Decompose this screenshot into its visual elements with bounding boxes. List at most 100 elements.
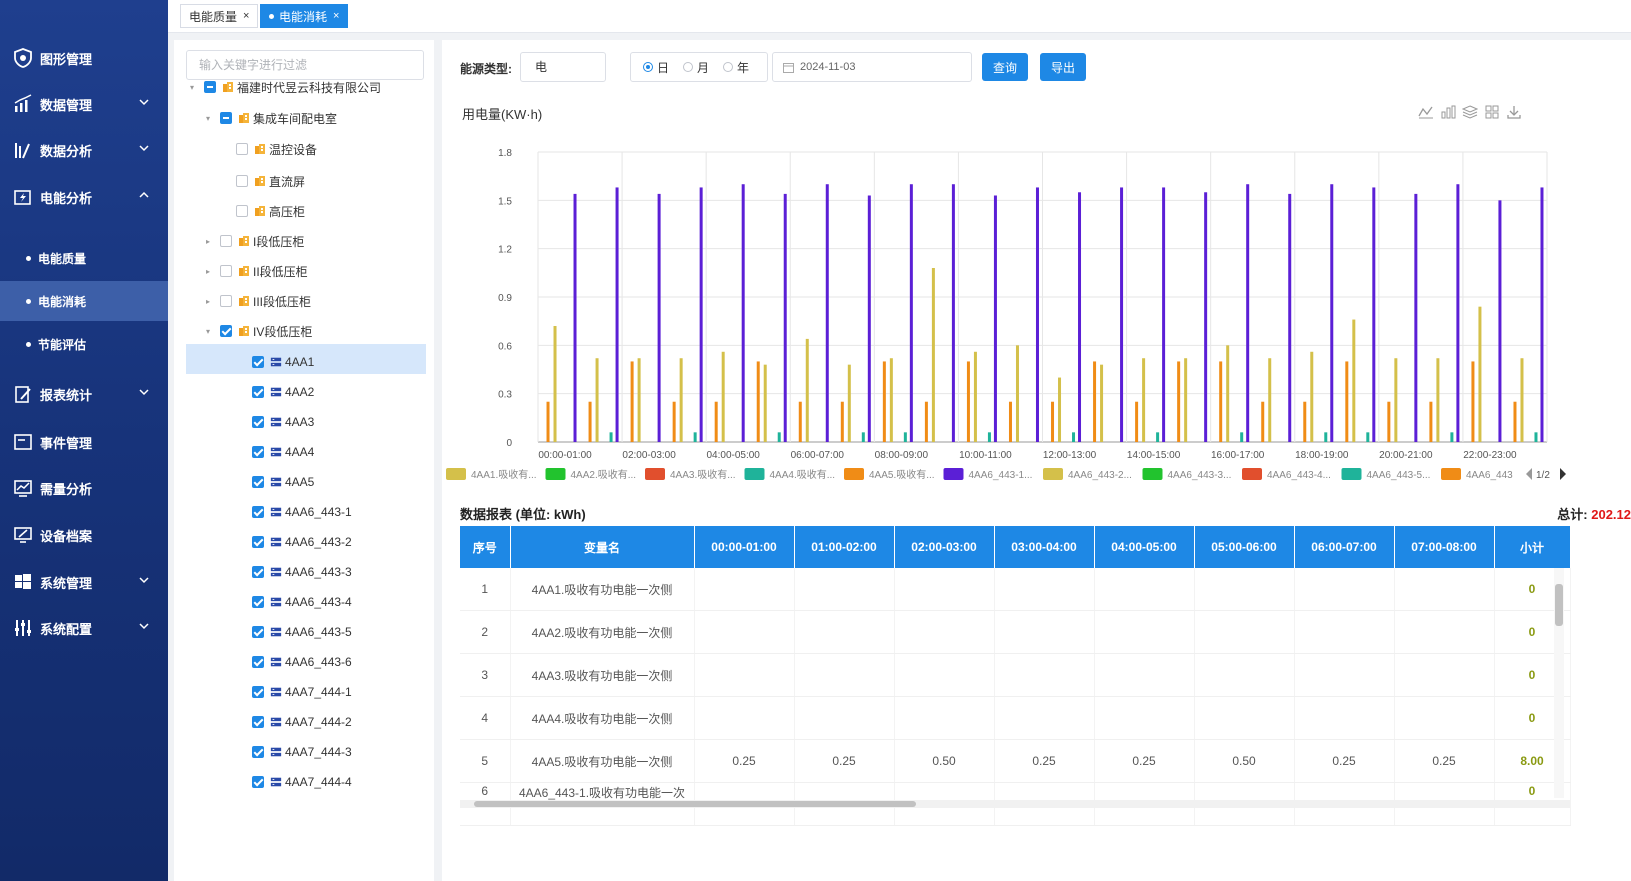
close-icon[interactable]: × xyxy=(243,10,249,22)
tree-node[interactable]: 4AA2 xyxy=(234,377,314,407)
tree-node[interactable]: ▸ II段低压柜 xyxy=(202,256,308,286)
tree-node[interactable]: 4AA7_444-2 xyxy=(234,707,352,737)
tree-checkbox[interactable] xyxy=(204,81,216,93)
caret-down-icon[interactable]: ▾ xyxy=(202,114,214,123)
tree-node[interactable]: 4AA6_443-4 xyxy=(234,587,352,617)
sidebar-subitem-energy-saving[interactable]: 节能评估 xyxy=(0,324,168,364)
table-cell xyxy=(1294,610,1395,654)
tree-node[interactable]: 4AA7_444-1 xyxy=(234,677,352,707)
table-row[interactable]: 5 4AA5.吸收有功电能一次侧 0.25 0.25 0.50 0.25 0.25 0.50 0… xyxy=(460,739,1571,783)
tree-node[interactable]: ▾ 集成车间配电室 xyxy=(202,103,337,133)
tree-checkbox[interactable] xyxy=(220,265,232,277)
tree-checkbox[interactable] xyxy=(252,656,264,668)
tree-checkbox[interactable] xyxy=(252,446,264,458)
energy-type-select[interactable]: 电 xyxy=(520,52,606,82)
tree-checkbox[interactable] xyxy=(252,596,264,608)
tree-node[interactable]: 直流屏 xyxy=(218,166,305,196)
sidebar-item-data-management[interactable]: 数据管理 xyxy=(0,82,168,126)
table-row[interactable]: 3 4AA3.吸收有功电能一次侧 0 xyxy=(460,653,1571,697)
legend-next-icon[interactable] xyxy=(1560,468,1566,480)
tree-checkbox[interactable] xyxy=(252,746,264,758)
tree-node[interactable]: 4AA7_444-3 xyxy=(234,737,352,767)
tree-checkbox[interactable] xyxy=(252,776,264,788)
tree-checkbox[interactable] xyxy=(252,506,264,518)
tree-node[interactable]: 高压柜 xyxy=(218,196,305,226)
caret-right-icon[interactable]: ▸ xyxy=(202,267,214,276)
table-row[interactable]: 1 4AA1.吸收有功电能一次侧 0 xyxy=(460,568,1571,611)
bar-2 xyxy=(1240,432,1244,442)
tree-node[interactable]: 4AA6_443-5 xyxy=(234,617,352,647)
tab-energy-consumption[interactable]: 电能消耗 × xyxy=(260,4,349,28)
close-icon[interactable]: × xyxy=(333,10,339,22)
tree-node[interactable]: 4AA5 xyxy=(234,467,314,497)
tree-checkbox[interactable] xyxy=(220,235,232,247)
radio-month[interactable]: 月 xyxy=(683,59,709,76)
radio-day[interactable]: 日 xyxy=(643,59,669,76)
scrollbar-thumb[interactable] xyxy=(1555,584,1563,626)
table-horizontal-scrollbar[interactable] xyxy=(460,800,1570,808)
sidebar-item-events[interactable]: 事件管理 xyxy=(0,420,168,464)
sidebar-subitem-energy-consumption[interactable]: 电能消耗 xyxy=(0,281,168,321)
tree-checkbox[interactable] xyxy=(252,386,264,398)
caret-down-icon[interactable]: ▾ xyxy=(186,83,198,92)
caret-down-icon[interactable]: ▾ xyxy=(202,327,214,336)
legend-prev-icon[interactable] xyxy=(1526,468,1532,480)
tree-node[interactable]: 4AA6_443-1 xyxy=(234,497,352,527)
tree-checkbox[interactable] xyxy=(252,536,264,548)
tree-checkbox[interactable] xyxy=(252,356,264,368)
tree-node[interactable]: 温控设备 xyxy=(218,134,317,164)
tree-node[interactable]: 4AA3 xyxy=(234,407,314,437)
sidebar-item-label: 事件管理 xyxy=(40,435,93,451)
tree-node[interactable]: 4AA4 xyxy=(234,437,314,467)
query-button[interactable]: 查询 xyxy=(982,53,1028,81)
bar-chart-icon[interactable] xyxy=(1440,104,1456,120)
tree-node[interactable]: ▸ I段低压柜 xyxy=(202,226,304,256)
scrollbar-thumb[interactable] xyxy=(474,801,916,807)
caret-right-icon[interactable]: ▸ xyxy=(202,297,214,306)
sidebar-item-energy-analysis[interactable]: 电能分析 xyxy=(0,175,168,219)
sidebar-item-device-archive[interactable]: 设备档案 xyxy=(0,513,168,557)
tree-node[interactable]: ▸ III段低压柜 xyxy=(202,286,311,316)
tree-checkbox[interactable] xyxy=(236,175,248,187)
sidebar-item-reports[interactable]: 报表统计 xyxy=(0,372,168,416)
sidebar-item-graphics[interactable]: 图形管理 xyxy=(0,36,168,80)
sidebar-item-data-analysis[interactable]: 数据分析 xyxy=(0,128,168,172)
grid-view-icon[interactable] xyxy=(1484,104,1500,120)
tree-node[interactable]: ▾ 福建时代昱云科技有限公司 xyxy=(186,72,381,102)
tree-checkbox[interactable] xyxy=(252,416,264,428)
radio-year[interactable]: 年 xyxy=(723,59,749,76)
tree-checkbox[interactable] xyxy=(252,626,264,638)
tree-checkbox[interactable] xyxy=(236,143,248,155)
tree-checkbox[interactable] xyxy=(220,325,232,337)
report-title: 数据报表 (单位: kWh) xyxy=(460,507,586,522)
caret-right-icon[interactable]: ▸ xyxy=(202,237,214,246)
tree-checkbox[interactable] xyxy=(220,112,232,124)
sidebar-item-demand-analysis[interactable]: 需量分析 xyxy=(0,466,168,510)
tab-power-quality[interactable]: 电能质量 × xyxy=(180,4,259,28)
tree-checkbox[interactable] xyxy=(236,205,248,217)
tree-checkbox[interactable] xyxy=(252,716,264,728)
tree-checkbox[interactable] xyxy=(220,295,232,307)
line-chart-icon[interactable] xyxy=(1418,104,1434,120)
sidebar-item-system-management[interactable]: 系统管理 xyxy=(0,560,168,604)
stack-icon[interactable] xyxy=(1462,104,1478,120)
tree-node[interactable]: ▾ IV段低压柜 xyxy=(202,316,312,346)
bar-2 xyxy=(609,432,613,442)
tree-node[interactable]: 4AA1 xyxy=(234,347,314,377)
tree-checkbox[interactable] xyxy=(252,566,264,578)
sidebar-subitem-power-quality[interactable]: 电能质量 xyxy=(0,238,168,278)
tree-checkbox[interactable] xyxy=(252,686,264,698)
tree-node[interactable]: 4AA7_444-4 xyxy=(234,767,352,797)
table-row[interactable]: 2 4AA2.吸收有功电能一次侧 0 xyxy=(460,610,1571,654)
download-icon[interactable] xyxy=(1506,104,1522,120)
tree-node[interactable]: 4AA6_443-2 xyxy=(234,527,352,557)
radio-circle-icon xyxy=(723,62,734,72)
tree-node[interactable]: 4AA6_443-3 xyxy=(234,557,352,587)
tree-node[interactable]: 4AA6_443-6 xyxy=(234,647,352,677)
export-button[interactable]: 导出 xyxy=(1040,53,1086,81)
tree-checkbox[interactable] xyxy=(252,476,264,488)
sidebar-item-system-config[interactable]: 系统配置 xyxy=(0,606,168,650)
table-vertical-scrollbar[interactable] xyxy=(1554,568,1564,798)
date-picker[interactable]: 2024-11-03 xyxy=(772,52,972,82)
table-row[interactable]: 4 4AA4.吸收有功电能一次侧 0 xyxy=(460,696,1571,740)
